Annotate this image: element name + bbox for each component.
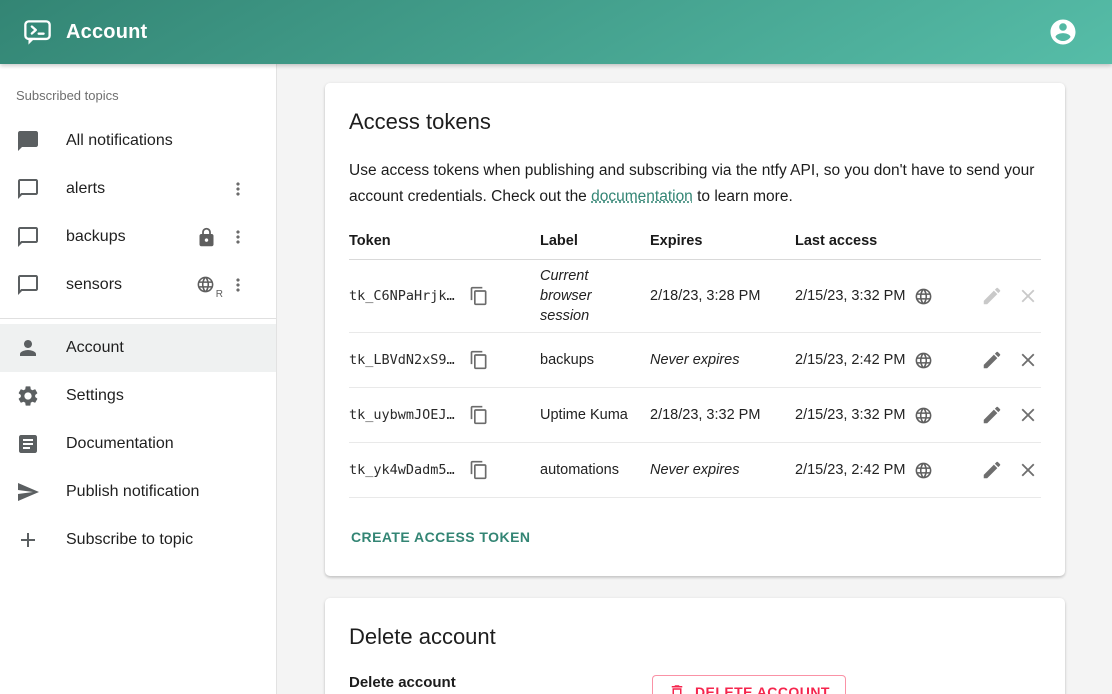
trash-icon [668,683,686,694]
create-access-token-button[interactable]: CREATE ACCESS TOKEN [343,522,538,552]
token-label: Uptime Kuma [540,405,650,425]
token-table-body: tk_C6NPaHrjk… Current browser session 2/… [349,260,1041,498]
token-expires: Never expires [650,352,795,368]
nav-label: Documentation [66,435,260,453]
edit-token-icon[interactable] [981,285,1003,307]
sidebar-topic-item[interactable]: backups [0,213,276,261]
person-icon [16,336,40,360]
globe-icon [914,351,933,370]
token-row: tk_C6NPaHrjk… Current browser session 2/… [349,260,1041,333]
delete-account-row-label: Delete account [349,674,652,691]
token-value: tk_uybwmJOEJ… [349,407,455,423]
delete-token-icon[interactable] [1017,404,1039,426]
column-expires: Expires [650,233,795,249]
globe-icon [914,406,933,425]
copy-icon[interactable] [469,286,489,306]
token-row: tk_uybwmJOEJ… Uptime Kuma 2/18/23, 3:32 … [349,388,1041,443]
account-circle-icon[interactable] [1048,17,1078,47]
column-last-access: Last access [795,233,960,249]
copy-icon[interactable] [469,405,489,425]
sidebar-topic-item[interactable]: sensors R [0,261,276,309]
token-value: tk_C6NPaHrjk… [349,288,455,304]
token-last-access: 2/15/23, 3:32 PM [795,288,905,304]
globe-icon [914,461,933,480]
delete-account-title: Delete account [349,622,1041,652]
token-expires: 2/18/23, 3:28 PM [650,288,795,304]
page-title: Account [66,21,147,44]
column-label: Label [540,233,650,249]
token-table-header: Token Label Expires Last access [349,227,1041,260]
sidebar-item-settings[interactable]: Settings [0,372,276,420]
send-icon [16,480,40,504]
delete-account-row: Delete account Permanently delete your a… [349,674,1041,694]
document-icon [16,432,40,456]
token-row: tk_yk4wDadm5… automations Never expires … [349,443,1041,498]
reserved-access-label: R [216,289,223,300]
token-label: Current browser session [540,266,650,326]
token-expires: 2/18/23, 3:32 PM [650,407,795,423]
edit-token-icon[interactable] [981,459,1003,481]
token-value: tk_LBVdN2xS9… [349,352,455,368]
copy-icon[interactable] [469,350,489,370]
lock-icon [196,227,217,248]
token-expires: Never expires [650,462,795,478]
nav-label: Subscribe to topic [66,531,260,549]
token-table: Token Label Expires Last access tk_C6NPa… [349,227,1041,498]
token-last-access: 2/15/23, 2:42 PM [795,462,905,478]
subscribed-topics-label: Subscribed topics [16,88,260,103]
nav-list: Account Settings Documentation Publish n… [0,324,276,564]
chat-bubble-outline-icon [16,225,40,249]
nav-label: Settings [66,387,260,405]
edit-token-icon[interactable] [981,349,1003,371]
access-tokens-card: Access tokens Use access tokens when pub… [325,83,1065,576]
gear-icon [16,384,40,408]
globe-icon [914,287,933,306]
nav-label: Publish notification [66,483,260,501]
sidebar: Subscribed topics All notifications aler… [0,64,277,694]
token-label: backups [540,350,650,370]
topic-menu-icon[interactable] [228,175,248,203]
token-label: automations [540,460,650,480]
topic-label: sensors [66,276,196,294]
sidebar-divider [0,318,276,319]
chat-bubble-filled-icon [16,129,40,153]
sidebar-topic-item[interactable]: All notifications [0,117,276,165]
chat-bubble-outline-icon [16,273,40,297]
topic-label: backups [66,228,196,246]
delete-token-icon[interactable] [1017,459,1039,481]
topic-label: alerts [66,180,228,198]
main-content: Access tokens Use access tokens when pub… [278,64,1112,694]
topic-label: All notifications [66,132,260,150]
ntfy-logo-icon [22,17,53,48]
nav-label: Account [66,339,260,357]
documentation-link[interactable]: documentation [591,188,693,205]
token-last-access: 2/15/23, 3:32 PM [795,407,905,423]
access-tokens-description: Use access tokens when publishing and su… [349,158,1041,210]
chat-bubble-outline-icon [16,177,40,201]
access-tokens-title: Access tokens [349,107,1041,137]
topic-menu-icon[interactable] [228,223,248,251]
copy-icon[interactable] [469,460,489,480]
edit-token-icon[interactable] [981,404,1003,426]
delete-account-card: Delete account Delete account Permanentl… [325,598,1065,694]
sidebar-item-publish-notification[interactable]: Publish notification [0,468,276,516]
token-last-access: 2/15/23, 2:42 PM [795,352,905,368]
delete-token-icon[interactable] [1017,285,1039,307]
app-bar: Account [0,0,1112,64]
token-value: tk_yk4wDadm5… [349,462,455,478]
delete-account-button[interactable]: DELETE ACCOUNT [652,675,846,694]
sidebar-item-account[interactable]: Account [0,324,276,372]
topic-menu-icon[interactable] [228,271,248,299]
plus-icon [16,528,40,552]
reserved-globe-icon: R [196,275,217,296]
sidebar-topic-item[interactable]: alerts [0,165,276,213]
token-row: tk_LBVdN2xS9… backups Never expires 2/15… [349,333,1041,388]
topic-list: All notifications alerts backups sensors… [0,117,276,309]
sidebar-item-subscribe-to-topic[interactable]: Subscribe to topic [0,516,276,564]
sidebar-item-documentation[interactable]: Documentation [0,420,276,468]
delete-token-icon[interactable] [1017,349,1039,371]
column-token: Token [349,233,540,249]
